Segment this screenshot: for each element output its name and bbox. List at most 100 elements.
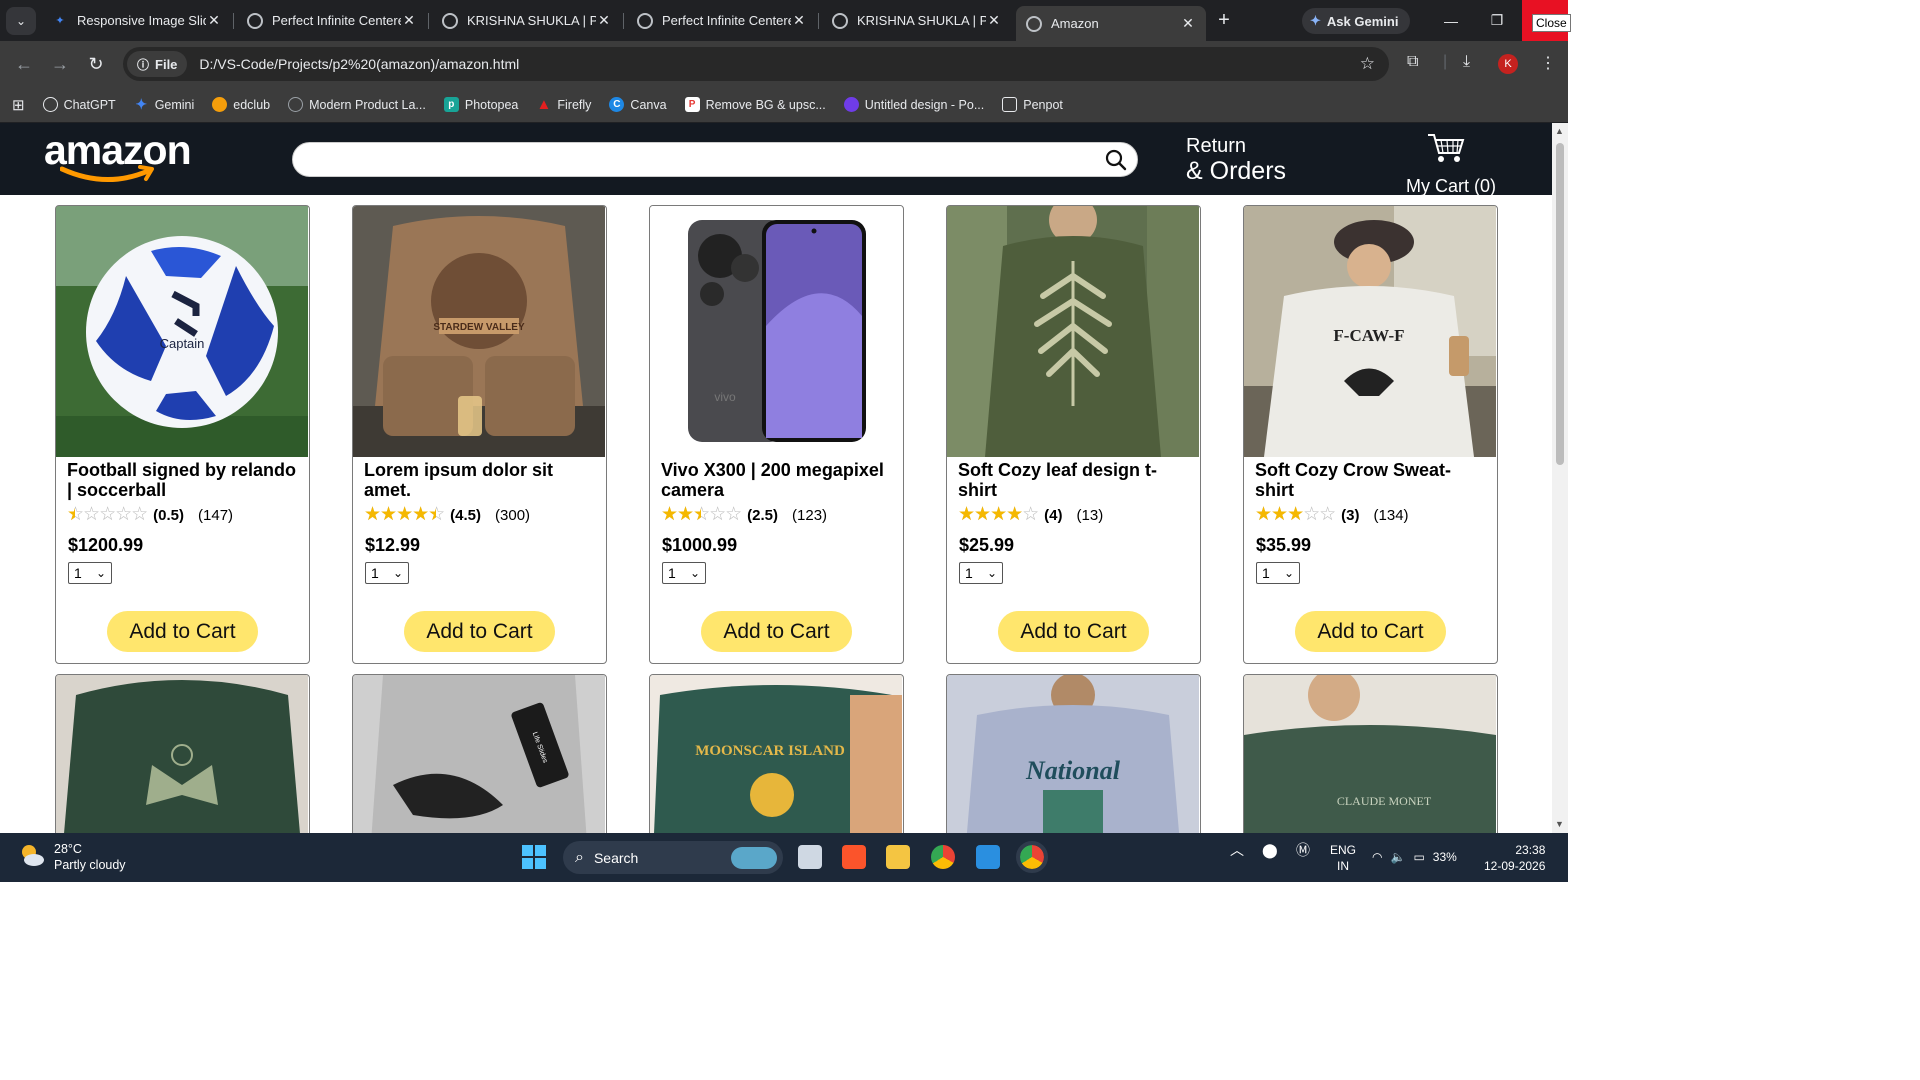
ask-gemini-button[interactable]: ✦ Ask Gemini xyxy=(1302,8,1411,34)
clock[interactable]: 23:38 12-09-2026 xyxy=(1484,842,1545,874)
menu-kebab-icon[interactable]: ⋮ xyxy=(1540,53,1556,73)
windows-taskbar: 28°C Partly cloudy ⌕ Search ︿ ⬤ Ⓜ ENG IN… xyxy=(0,833,1568,882)
vscode-icon[interactable] xyxy=(976,845,1000,869)
add-to-cart-button[interactable]: Add to Cart xyxy=(107,611,258,652)
windows-start-icon[interactable] xyxy=(522,845,546,874)
system-tray[interactable]: ◠ 🔈 ▭ 33% xyxy=(1372,849,1457,865)
bookmark-edclub[interactable]: edclub xyxy=(212,97,270,112)
brave-browser-icon[interactable] xyxy=(842,845,866,869)
bookmark-chatgpt[interactable]: ChatGPT xyxy=(42,97,116,112)
taskbar-search[interactable]: ⌕ Search xyxy=(563,841,783,874)
close-tab-icon[interactable]: ✕ xyxy=(986,12,1002,29)
apps-grid-icon[interactable]: ⊞ xyxy=(12,96,25,114)
bookmark-gemini[interactable]: ✦ Gemini xyxy=(134,96,194,112)
download-icon[interactable]: ⤓ xyxy=(1463,53,1470,71)
bookmark-label: Canva xyxy=(630,97,667,112)
close-tab-icon[interactable]: ✕ xyxy=(1180,15,1196,32)
product-name[interactable]: Lorem ipsum dolor sit amet. xyxy=(364,460,596,500)
search-icon[interactable] xyxy=(1105,149,1127,171)
chrome-profile-icon[interactable] xyxy=(1016,841,1048,873)
bookmark-star-icon[interactable]: ☆ xyxy=(1360,54,1375,74)
url-text[interactable]: D:/VS-Code/Projects/p2%20(amazon)/amazon… xyxy=(199,56,519,72)
cart-link[interactable]: My Cart (0) xyxy=(1406,129,1516,197)
tab-title: KRISHNA SHUKLA | Por xyxy=(857,13,986,28)
quantity-select[interactable]: 1 ⌄ xyxy=(68,562,112,584)
tab-4[interactable]: Perfect Infinite Centere ✕ xyxy=(627,6,817,35)
island-print-text: MOONSCAR ISLAND xyxy=(695,743,845,759)
product-image-island-tshirt[interactable]: MOONSCAR ISLAND xyxy=(650,675,902,833)
minimize-button[interactable]: — xyxy=(1428,0,1474,41)
reload-icon[interactable]: ↻ xyxy=(78,46,114,82)
show-hidden-icons[interactable]: ︿ xyxy=(1230,842,1244,858)
product-name[interactable]: Soft Cozy Crow Sweat-shirt xyxy=(1255,460,1487,500)
product-name[interactable]: Vivo X300 | 200 megapixel camera xyxy=(661,460,893,500)
product-rating: ☆☆☆☆☆★★★★★ (2.5) (123) xyxy=(661,505,827,525)
product-image-bird-tshirt[interactable]: Life Slides xyxy=(353,675,605,833)
bookmark-canva[interactable]: C Canva xyxy=(609,97,667,112)
tab-1[interactable]: ✦ Responsive Image Slide ✕ xyxy=(42,6,232,35)
bookmark-photopea[interactable]: p Photopea xyxy=(443,97,518,112)
quantity-value: 1 xyxy=(371,565,379,581)
product-name[interactable]: Football signed by relando | soccerball xyxy=(67,460,299,500)
page-scrollbar[interactable]: ▲ ▼ xyxy=(1552,123,1568,833)
profile-avatar[interactable]: K xyxy=(1498,54,1518,74)
m-app-icon[interactable]: Ⓜ xyxy=(1296,842,1310,858)
close-tab-icon[interactable]: ✕ xyxy=(596,12,612,29)
gemini-icon: ✦ xyxy=(55,15,65,27)
product-image-phone[interactable]: vivo xyxy=(650,206,902,457)
search-input[interactable] xyxy=(292,142,1138,177)
tab-5[interactable]: KRISHNA SHUKLA | Por ✕ xyxy=(822,6,1012,35)
bookmark-firefly[interactable]: ▲ Firefly xyxy=(536,96,591,113)
file-explorer-icon[interactable] xyxy=(886,845,910,869)
back-arrow-icon[interactable]: ← xyxy=(6,46,42,82)
tab-2[interactable]: Perfect Infinite Centere ✕ xyxy=(237,6,427,35)
quantity-select[interactable]: 1 ⌄ xyxy=(959,562,1003,584)
site-info-chip[interactable]: ⓘ File xyxy=(127,51,188,77)
add-to-cart-button[interactable]: Add to Cart xyxy=(701,611,852,652)
product-name[interactable]: Soft Cozy leaf design t-shirt xyxy=(958,460,1190,500)
tab-title: KRISHNA SHUKLA | Por xyxy=(467,13,596,28)
add-to-cart-button[interactable]: Add to Cart xyxy=(998,611,1149,652)
product-image-national-sweatshirt[interactable]: National xyxy=(947,675,1199,833)
language-indicator[interactable]: ENG IN xyxy=(1330,842,1356,874)
rating-stars: ☆☆☆☆☆★★★★★ xyxy=(67,504,148,525)
quantity-select[interactable]: 1 ⌄ xyxy=(365,562,409,584)
close-tab-icon[interactable]: ✕ xyxy=(206,12,222,29)
add-to-cart-button[interactable]: Add to Cart xyxy=(404,611,555,652)
restore-button[interactable]: ❐ xyxy=(1474,0,1520,41)
tab-search-button[interactable]: ⌄ xyxy=(6,6,36,35)
bookmark-modern-product[interactable]: Modern Product La... xyxy=(288,97,426,112)
add-to-cart-button[interactable]: Add to Cart xyxy=(1295,611,1446,652)
address-bar[interactable]: ⓘ File D:/VS-Code/Projects/p2%20(amazon)… xyxy=(123,47,1389,81)
tab-6-active[interactable]: Amazon ✕ xyxy=(1016,6,1206,41)
rating-average: (4) xyxy=(1044,506,1063,524)
chevron-down-icon: ⌄ xyxy=(95,566,106,580)
returns-orders-link[interactable]: Return & Orders xyxy=(1186,134,1286,184)
weather-widget[interactable]: 28°C Partly cloudy xyxy=(18,841,126,873)
task-view-icon[interactable] xyxy=(798,845,822,869)
scroll-down-icon[interactable]: ▼ xyxy=(1555,819,1564,829)
close-tab-icon[interactable]: ✕ xyxy=(401,12,417,29)
product-card: Captain Football signed by relando | soc… xyxy=(55,205,310,664)
tab-3[interactable]: KRISHNA SHUKLA | Por ✕ xyxy=(432,6,622,35)
product-image-tshirt[interactable]: STARDEW VALLEY xyxy=(353,206,605,457)
scrollbar-thumb[interactable] xyxy=(1556,143,1564,465)
close-tab-icon[interactable]: ✕ xyxy=(791,12,807,29)
security-icon[interactable]: ⬤ xyxy=(1262,842,1278,858)
quantity-select[interactable]: 1 ⌄ xyxy=(1256,562,1300,584)
product-image-monet-sweatshirt[interactable]: CLAUDE MONET xyxy=(1244,675,1496,833)
chrome-icon[interactable] xyxy=(931,845,955,869)
forward-arrow-icon[interactable]: → xyxy=(42,46,78,82)
quantity-select[interactable]: 1 ⌄ xyxy=(662,562,706,584)
product-image-crow-sweatshirt[interactable]: F-CAW-F xyxy=(1244,206,1496,457)
bookmark-penpot[interactable]: Penpot xyxy=(1002,97,1063,112)
bookmark-untitled-design[interactable]: Untitled design - Po... xyxy=(843,97,984,112)
bookmark-remove-bg[interactable]: P Remove BG & upsc... xyxy=(684,97,826,112)
product-image-leaf-tshirt[interactable] xyxy=(947,206,1199,457)
product-image-football[interactable]: Captain xyxy=(56,206,308,457)
scroll-up-icon[interactable]: ▲ xyxy=(1555,126,1564,136)
product-image-moth-hoodie[interactable] xyxy=(56,675,308,833)
globe-icon xyxy=(832,12,848,29)
extensions-icon[interactable]: ⧉ xyxy=(1407,53,1418,71)
new-tab-button[interactable]: + xyxy=(1214,10,1234,30)
